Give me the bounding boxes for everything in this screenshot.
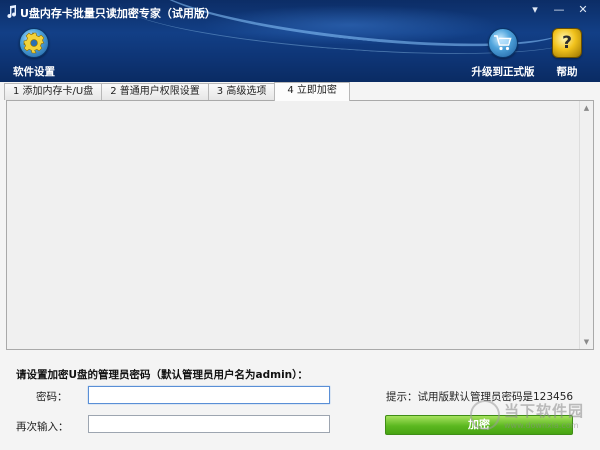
- window-controls: ▾ — ✕: [524, 2, 594, 18]
- site-watermark: 当下软件园 www.downxia.com: [470, 400, 584, 430]
- window-title: U盘内存卡批量只读加密专家（试用版）: [20, 7, 216, 20]
- tab-user-permissions[interactable]: 2 普通用户权限设置: [101, 83, 209, 100]
- minimize-button[interactable]: —: [548, 2, 570, 18]
- scroll-up-arrow-icon[interactable]: ▲: [580, 101, 593, 115]
- settings-button[interactable]: 软件设置: [4, 28, 64, 80]
- menu-button[interactable]: ▾: [524, 2, 546, 18]
- help-label: 帮助: [556, 66, 578, 78]
- watermark-text: 当下软件园: [504, 402, 585, 420]
- music-note-icon: [7, 5, 17, 19]
- confirm-password-input[interactable]: [88, 415, 330, 433]
- scroll-down-arrow-icon[interactable]: ▼: [580, 335, 593, 349]
- close-button[interactable]: ✕: [572, 2, 594, 18]
- log-panel: ▲ ▼: [6, 100, 594, 350]
- settings-label: 软件设置: [13, 66, 55, 78]
- vertical-scrollbar[interactable]: ▲ ▼: [579, 101, 593, 349]
- cart-icon: [488, 28, 518, 58]
- password-prompt: 请设置加密U盘的管理员密码（默认管理员用户名为admin）：: [16, 369, 308, 381]
- watermark-url: www.downxia.com: [504, 421, 579, 430]
- gear-icon: [19, 28, 49, 58]
- password-input[interactable]: [88, 386, 330, 404]
- watermark-logo-icon: [470, 400, 500, 430]
- upgrade-button[interactable]: 升级到正式版: [470, 28, 536, 80]
- help-button[interactable]: ? 帮助: [537, 28, 597, 80]
- header-banner: U盘内存卡批量只读加密专家（试用版） ▾ — ✕ 软件设置 升级到正式版 ? 帮…: [0, 0, 600, 82]
- confirm-password-label: 再次输入：: [16, 421, 69, 433]
- app-window: U盘内存卡批量只读加密专家（试用版） ▾ — ✕ 软件设置 升级到正式版 ? 帮…: [0, 0, 600, 450]
- tab-encrypt-now[interactable]: 4 立即加密: [274, 82, 350, 101]
- tab-bar: 1 添加内存卡/U盘 2 普通用户权限设置 3 高级选项 4 立即加密: [4, 82, 596, 101]
- tab-add-card[interactable]: 1 添加内存卡/U盘: [4, 83, 103, 100]
- question-icon: ?: [552, 28, 582, 58]
- password-label: 密码：: [36, 391, 68, 403]
- upgrade-label: 升级到正式版: [471, 66, 535, 78]
- password-form: 请设置加密U盘的管理员密码（默认管理员用户名为admin）： 密码： 再次输入：…: [0, 352, 600, 450]
- tab-advanced-options[interactable]: 3 高级选项: [207, 83, 276, 100]
